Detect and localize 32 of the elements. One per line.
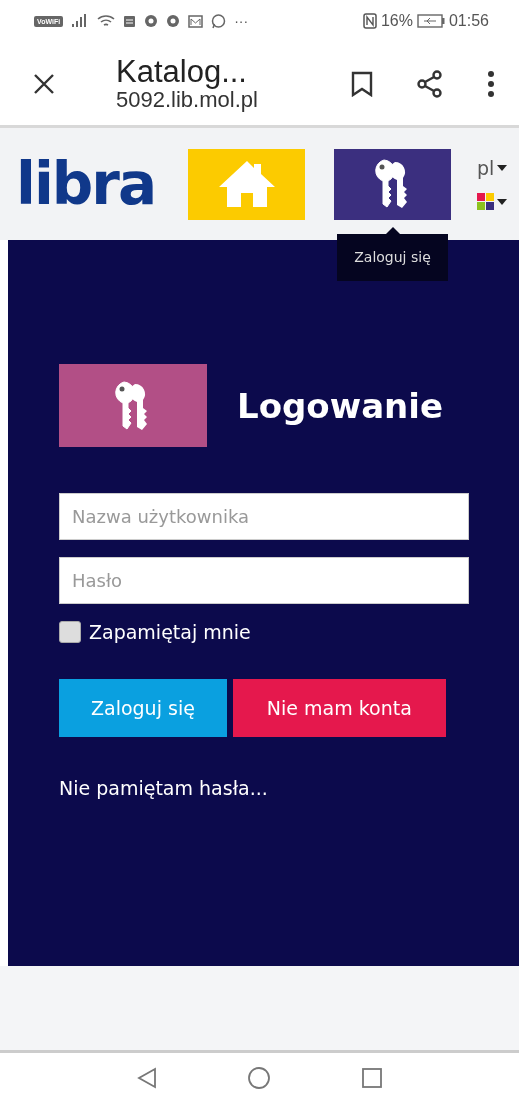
more-notifications: ··· (234, 13, 249, 29)
page-url: 5092.lib.mol.pl (116, 89, 259, 111)
caret-icon (497, 165, 508, 171)
password-field[interactable]: Hasło (59, 557, 469, 604)
notification-icon (123, 14, 137, 28)
share-icon[interactable] (417, 69, 443, 98)
language-dropdown[interactable]: pl (477, 157, 508, 179)
recent-apps-icon[interactable] (360, 1066, 383, 1089)
remember-label: Zapamiętaj mnie (89, 621, 251, 643)
page-title: Katalog... (116, 56, 248, 87)
chat-icon (211, 13, 227, 29)
color-theme-icon[interactable] (477, 193, 507, 211)
username-field[interactable]: Nazwa użytkownika (59, 493, 469, 540)
forgot-password-link[interactable]: Nie pamiętam hasła... (59, 777, 268, 799)
battery-icon (416, 14, 445, 28)
more-options-icon[interactable] (487, 69, 495, 98)
libra-logo[interactable]: libra (16, 150, 188, 218)
battery-percentage: 16% (380, 12, 413, 30)
bookmark-icon[interactable] (351, 70, 373, 97)
home-icon[interactable] (246, 1065, 271, 1090)
browser-notification-icon (144, 14, 159, 28)
clock-time: 01:56 (448, 12, 489, 30)
close-icon[interactable] (32, 71, 56, 96)
wifi-icon (97, 14, 116, 28)
register-button[interactable]: Nie mam konta (232, 679, 446, 737)
browser-notification-icon (166, 14, 181, 28)
login-heading: Logowanie (237, 385, 443, 426)
nfc-icon (362, 13, 377, 29)
remember-checkbox[interactable] (59, 621, 81, 643)
mail-icon (188, 14, 204, 28)
back-icon[interactable] (136, 1066, 157, 1089)
tooltip: Zaloguj się (337, 233, 448, 281)
